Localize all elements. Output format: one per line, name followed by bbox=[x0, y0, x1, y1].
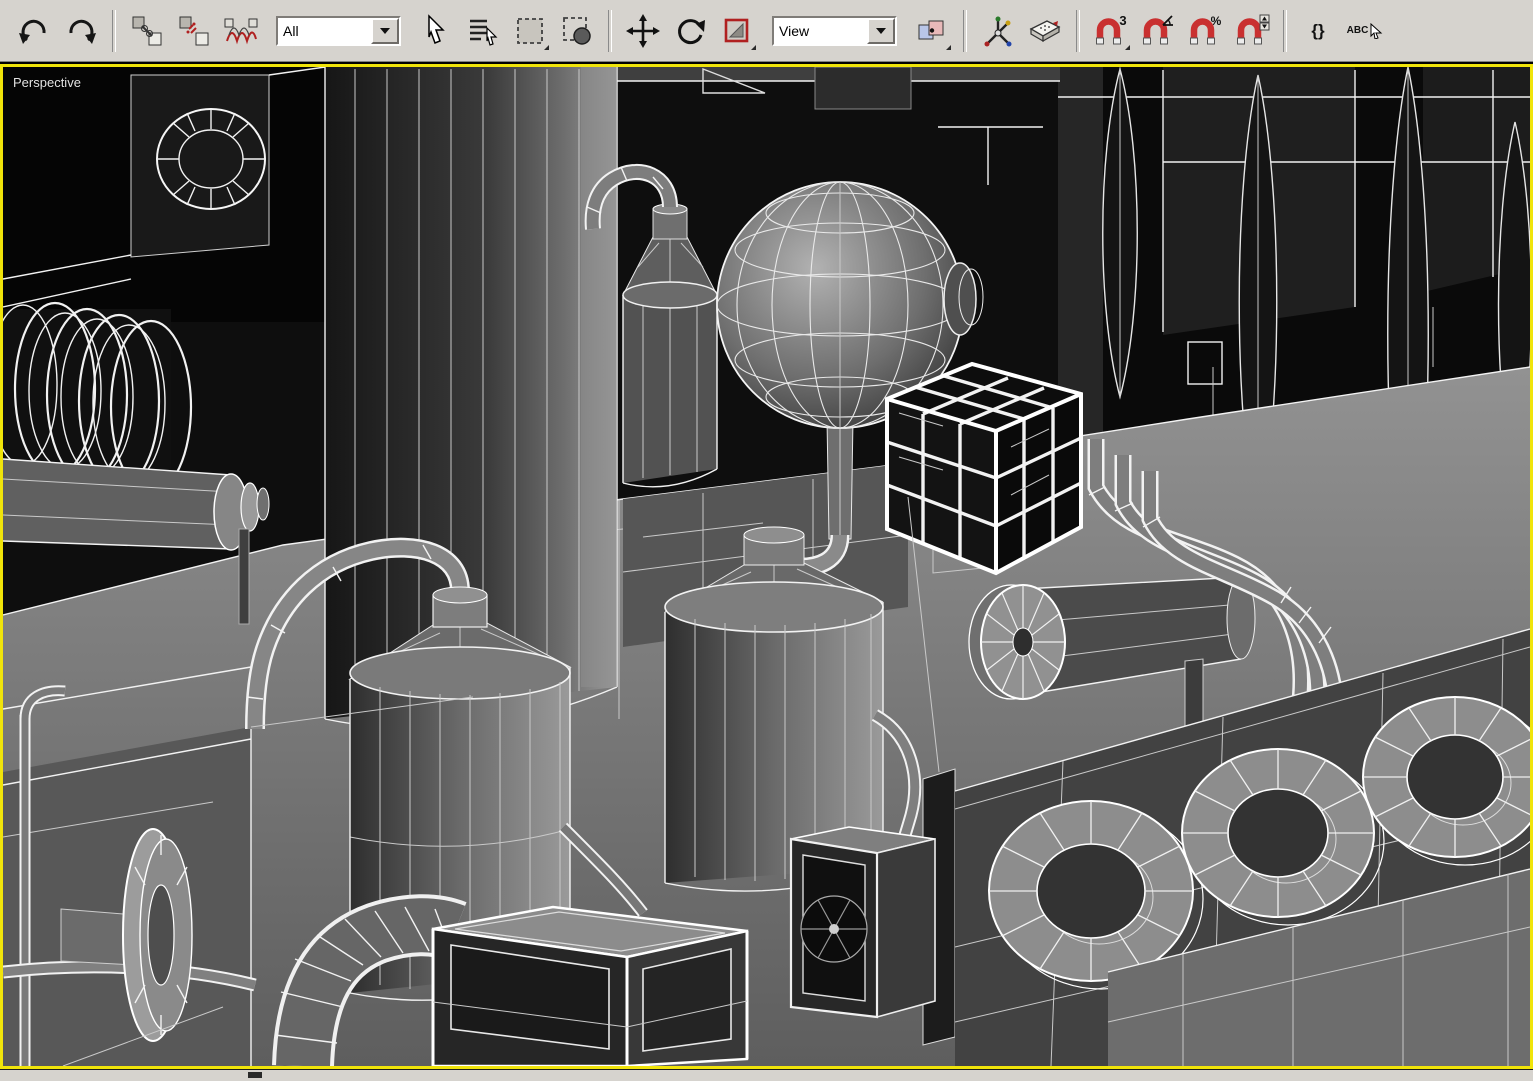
track-bar-strip bbox=[0, 1069, 1533, 1081]
use-center-button[interactable] bbox=[910, 9, 954, 53]
select-by-name-icon bbox=[470, 19, 498, 46]
toolbar-separator bbox=[1076, 9, 1080, 52]
toolbar-separator bbox=[112, 9, 116, 52]
select-and-uniform-scale-icon bbox=[724, 18, 749, 42]
undo-icon bbox=[19, 19, 46, 44]
redo-icon bbox=[69, 19, 96, 44]
viewport-label: Perspective bbox=[13, 75, 81, 90]
redo-button[interactable] bbox=[59, 9, 103, 53]
named-selection-sets-button[interactable]: ABC bbox=[1343, 9, 1387, 53]
bind-to-space-warp-icon bbox=[224, 18, 258, 44]
window-crossing-toggle-button[interactable] bbox=[555, 9, 599, 53]
select-by-name-button[interactable] bbox=[461, 9, 505, 53]
select-object-icon bbox=[428, 13, 445, 44]
rectangular-selection-region-icon bbox=[517, 17, 543, 44]
spinner-glyph-icon bbox=[1259, 14, 1270, 30]
track-bar-tick bbox=[248, 1072, 262, 1078]
select-and-move-icon bbox=[626, 13, 660, 48]
magnet-icon bbox=[1096, 17, 1121, 44]
undo-button[interactable] bbox=[12, 9, 56, 53]
rectangular-selection-region-button[interactable] bbox=[508, 9, 552, 53]
snap-toggle-3d-button[interactable]: 3 bbox=[1089, 9, 1133, 53]
angle-glyph-icon bbox=[1162, 14, 1173, 26]
unlink-selection-button[interactable] bbox=[172, 9, 216, 53]
use-center-icon bbox=[918, 20, 944, 39]
select-and-uniform-scale-button[interactable] bbox=[715, 9, 759, 53]
percent-snap-toggle-button[interactable]: % bbox=[1183, 9, 1227, 53]
toolbar-separator bbox=[1283, 9, 1287, 52]
unlink-selection-icon bbox=[179, 16, 209, 45]
select-and-rotate-button[interactable] bbox=[668, 9, 712, 53]
combo-dropdown-button[interactable] bbox=[867, 17, 895, 44]
perspective-viewport[interactable]: Perspective bbox=[0, 64, 1533, 1069]
select-and-manipulate-button[interactable] bbox=[976, 9, 1020, 53]
cursor-arrow-icon bbox=[1370, 22, 1383, 39]
select-and-link-icon bbox=[132, 16, 162, 45]
percent-snap-label: % bbox=[1211, 14, 1222, 28]
snap-3d-label: 3 bbox=[1119, 13, 1126, 28]
edit-named-selection-sets-button[interactable]: {} bbox=[1296, 9, 1340, 53]
background-wall-left bbox=[3, 67, 333, 322]
selection-filter-combo[interactable]: All bbox=[276, 15, 401, 46]
select-and-rotate-icon bbox=[678, 18, 705, 44]
combo-dropdown-button[interactable] bbox=[371, 17, 399, 44]
toolbar-separator bbox=[963, 9, 967, 52]
window-crossing-icon bbox=[563, 16, 591, 45]
keyboard-icon bbox=[1029, 19, 1061, 42]
spinner-snap-toggle-button[interactable] bbox=[1230, 9, 1274, 53]
reference-coordinate-system-value: View bbox=[774, 17, 867, 44]
toolbar-separator bbox=[608, 9, 612, 52]
main-toolbar: All View 3 % {} ABC bbox=[0, 0, 1533, 62]
select-and-link-button[interactable] bbox=[125, 9, 169, 53]
angle-snap-toggle-button[interactable] bbox=[1136, 9, 1180, 53]
magnet-icon bbox=[1237, 17, 1262, 44]
keyboard-shortcut-override-button[interactable] bbox=[1023, 9, 1067, 53]
select-and-manipulate-icon bbox=[984, 16, 1012, 46]
braces-icon: {} bbox=[1311, 20, 1325, 40]
chevron-down-icon bbox=[380, 27, 390, 34]
select-object-button[interactable] bbox=[414, 9, 458, 53]
chevron-down-icon bbox=[876, 27, 886, 34]
abc-label: ABC bbox=[1346, 25, 1369, 36]
fan-box[interactable] bbox=[789, 826, 936, 1019]
reference-coordinate-system-combo[interactable]: View bbox=[772, 15, 897, 46]
select-and-move-button[interactable] bbox=[621, 9, 665, 53]
bind-to-space-warp-button[interactable] bbox=[219, 9, 263, 53]
lattice-cube[interactable] bbox=[885, 361, 1083, 576]
viewport-canvas[interactable] bbox=[3, 67, 1530, 1066]
selection-filter-value: All bbox=[278, 17, 371, 44]
